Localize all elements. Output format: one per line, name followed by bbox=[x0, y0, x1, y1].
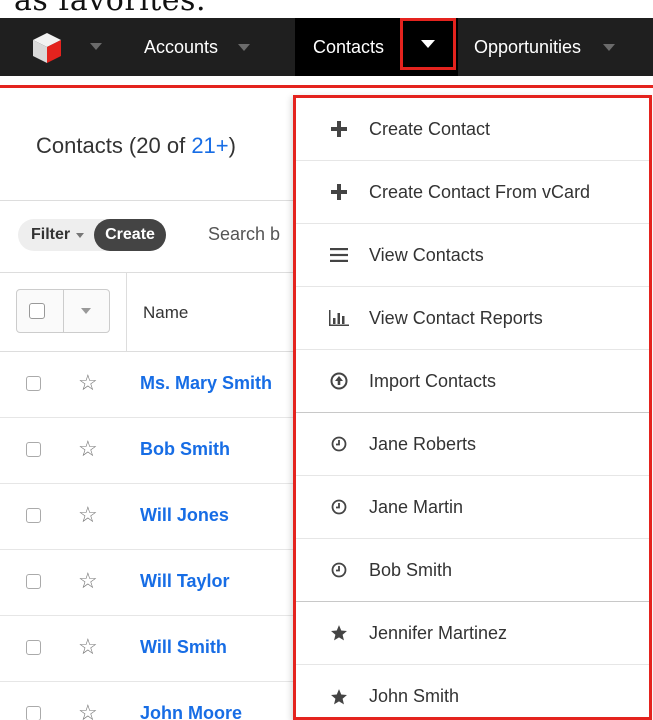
clock-icon bbox=[328, 559, 350, 581]
menu-item-recent-jane-martin[interactable]: Jane Martin bbox=[296, 476, 649, 539]
menu-item-view-contact-reports[interactable]: View Contact Reports bbox=[296, 287, 649, 350]
mass-select-control[interactable] bbox=[16, 289, 110, 333]
contact-name-link[interactable]: John Moore bbox=[140, 703, 242, 720]
table-row: ☆ Will Jones bbox=[0, 484, 300, 550]
bar-chart-icon bbox=[328, 307, 350, 329]
menu-item-label: Import Contacts bbox=[369, 370, 497, 391]
search-input[interactable]: Search b bbox=[208, 224, 280, 245]
chevron-down-icon[interactable] bbox=[81, 308, 91, 314]
filter-label: Filter bbox=[31, 226, 71, 243]
title-suffix: ) bbox=[228, 133, 236, 158]
chevron-down-icon bbox=[76, 232, 85, 238]
chevron-down-icon[interactable] bbox=[238, 43, 251, 51]
row-checkbox[interactable] bbox=[26, 508, 41, 523]
tab-opportunities[interactable]: Opportunities bbox=[474, 18, 616, 76]
tab-contacts[interactable]: Contacts bbox=[313, 18, 384, 76]
title-prefix: Contacts (20 of bbox=[36, 133, 192, 158]
create-filter-button[interactable]: Create bbox=[94, 219, 166, 251]
menu-item-recent-bob-smith[interactable]: Bob Smith bbox=[296, 539, 649, 602]
row-checkbox[interactable] bbox=[26, 640, 41, 655]
favorite-star-icon[interactable]: ☆ bbox=[78, 568, 98, 594]
menu-item-label: Create Contact bbox=[369, 118, 491, 139]
clock-icon bbox=[328, 496, 350, 518]
tab-accounts-label: Accounts bbox=[144, 36, 219, 57]
menu-item-label: John Smith bbox=[369, 686, 460, 706]
row-checkbox[interactable] bbox=[26, 706, 41, 720]
clock-icon bbox=[328, 433, 350, 455]
table-row: ☆ Will Taylor bbox=[0, 550, 300, 616]
menu-item-favorite-john-smith[interactable]: John Smith bbox=[296, 665, 649, 720]
contact-name-link[interactable]: Will Smith bbox=[140, 637, 227, 658]
menu-item-create-contact-vcard[interactable]: Create Contact From vCard bbox=[296, 161, 649, 224]
contacts-dropdown-menu: Create Contact Create Contact From vCard… bbox=[293, 95, 652, 720]
menu-item-label: Create Contact From vCard bbox=[369, 181, 591, 202]
header-divider bbox=[0, 200, 300, 201]
table-row: ☆ Bob Smith bbox=[0, 418, 300, 484]
favorite-star-icon[interactable]: ☆ bbox=[78, 502, 98, 528]
column-header-name[interactable]: Name bbox=[143, 303, 188, 323]
navbar-bottom-accent bbox=[0, 85, 653, 88]
menu-item-favorite-jennifer-martinez[interactable]: Jennifer Martinez bbox=[296, 602, 649, 665]
favorite-star-icon[interactable]: ☆ bbox=[78, 436, 98, 462]
menu-item-label: Bob Smith bbox=[369, 559, 453, 580]
menu-item-label: Jennifer Martinez bbox=[369, 622, 508, 643]
favorite-star-icon[interactable]: ☆ bbox=[78, 370, 98, 396]
contact-name-link[interactable]: Bob Smith bbox=[140, 439, 230, 460]
contacts-menu-toggle-button[interactable] bbox=[400, 18, 456, 70]
menu-item-label: Jane Martin bbox=[369, 496, 464, 517]
menu-item-label: Jane Roberts bbox=[369, 433, 477, 454]
contact-name-link[interactable]: Will Jones bbox=[140, 505, 229, 526]
table-row: ☆ Will Smith bbox=[0, 616, 300, 682]
menu-item-view-contacts[interactable]: View Contacts bbox=[296, 224, 649, 287]
record-count-link[interactable]: 21+ bbox=[191, 133, 228, 158]
menu-item-recent-jane-roberts[interactable]: Jane Roberts bbox=[296, 413, 649, 476]
row-checkbox[interactable] bbox=[26, 574, 41, 589]
star-icon bbox=[328, 622, 350, 644]
table-row: ☆ Ms. Mary Smith bbox=[0, 352, 300, 418]
list-icon bbox=[328, 244, 350, 266]
menu-item-import-contacts[interactable]: Import Contacts bbox=[296, 350, 649, 413]
chevron-down-icon[interactable] bbox=[603, 43, 616, 51]
contact-name-link[interactable]: Ms. Mary Smith bbox=[140, 373, 272, 394]
filter-dropdown[interactable]: Filter Create bbox=[18, 219, 166, 251]
menu-item-label: View Contact Reports bbox=[369, 307, 543, 328]
logo-cube-icon[interactable] bbox=[30, 31, 64, 65]
tab-contacts-label: Contacts bbox=[313, 36, 385, 57]
chevron-down-icon bbox=[421, 40, 435, 48]
plus-icon bbox=[328, 118, 350, 140]
favorite-star-icon[interactable]: ☆ bbox=[78, 700, 98, 720]
plus-icon bbox=[328, 181, 350, 203]
row-checkbox[interactable] bbox=[26, 442, 41, 457]
select-all-checkbox[interactable] bbox=[29, 303, 45, 319]
divider bbox=[63, 290, 64, 332]
upload-icon bbox=[328, 370, 350, 392]
logo-menu-caret-icon[interactable] bbox=[90, 43, 102, 50]
caption-text: as favorites. bbox=[14, 0, 206, 18]
column-divider bbox=[126, 272, 127, 352]
favorite-star-icon[interactable]: ☆ bbox=[78, 634, 98, 660]
contact-name-link[interactable]: Will Taylor bbox=[140, 571, 230, 592]
menu-item-create-contact[interactable]: Create Contact bbox=[296, 98, 649, 161]
top-navbar: Accounts Contacts Opportunities bbox=[0, 18, 653, 76]
caption-strip: as favorites. bbox=[0, 0, 653, 18]
tab-accounts[interactable]: Accounts bbox=[144, 18, 251, 76]
row-checkbox[interactable] bbox=[26, 376, 41, 391]
tab-opportunities-label: Opportunities bbox=[474, 36, 582, 57]
table-row: ☆ John Moore bbox=[0, 682, 300, 720]
menu-item-label: View Contacts bbox=[369, 244, 484, 265]
page-title: Contacts (20 of 21+) bbox=[36, 133, 236, 159]
star-icon bbox=[328, 686, 350, 708]
